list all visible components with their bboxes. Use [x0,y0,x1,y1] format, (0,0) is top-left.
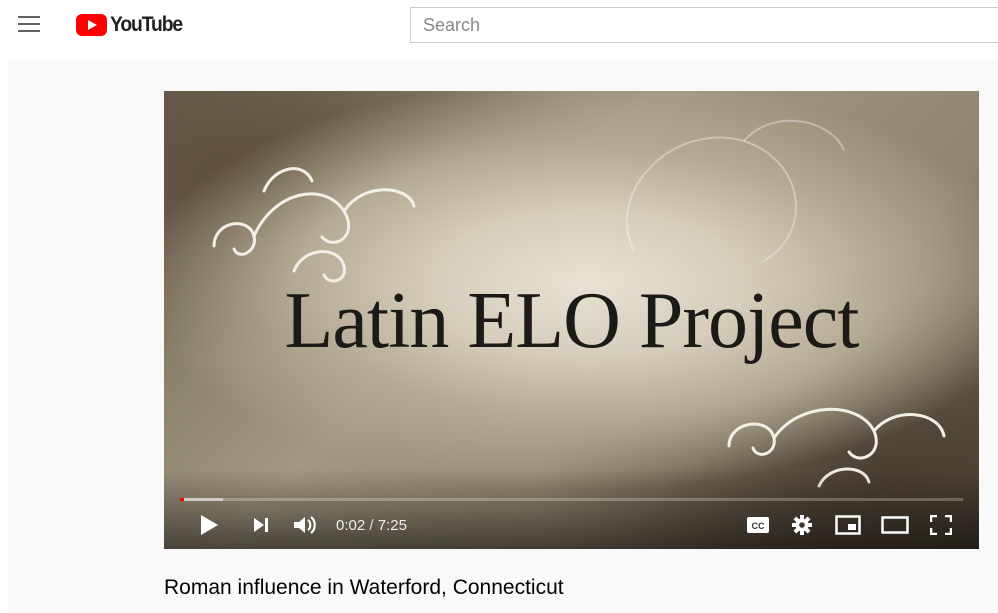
progress-played [180,498,184,501]
progress-bar[interactable] [180,498,963,501]
volume-button[interactable] [290,511,320,539]
captions-icon: CC [747,517,769,533]
miniplayer-button[interactable] [832,511,864,539]
fullscreen-button[interactable] [926,511,956,539]
ornament-faint [626,119,845,262]
fullscreen-icon [930,515,952,535]
brand-name: YouTube [110,13,183,36]
next-icon [254,518,268,532]
video-frame-title: Latin ELO Project [284,277,860,365]
time-display: 0:02 / 7:25 [336,517,407,534]
settings-icon [792,515,812,535]
settings-button[interactable] [788,511,816,539]
captions-button[interactable]: CC [744,511,772,539]
play-icon [201,515,218,535]
next-button[interactable] [248,511,274,539]
progress-loaded [180,498,224,501]
theater-mode-icon [881,516,909,534]
youtube-logo[interactable]: YouTube [76,11,188,39]
masthead: YouTube [0,0,998,50]
time-total: 7:25 [377,517,407,534]
video-caption: Roman influence in Waterford, Connecticu… [164,576,564,599]
menu-icon[interactable] [18,16,42,34]
time-current: 0:02 [336,517,366,534]
theater-mode-button[interactable] [878,511,912,539]
miniplayer-icon [835,515,861,535]
svg-text:CC: CC [752,521,765,531]
volume-icon [294,516,316,534]
time-separator: / [365,517,378,534]
video-player[interactable]: Latin ELO Project 0:02 / 7:25 CC [164,91,979,549]
search-input[interactable] [410,7,998,43]
youtube-logo-icon [76,14,107,36]
play-button[interactable] [194,511,224,539]
